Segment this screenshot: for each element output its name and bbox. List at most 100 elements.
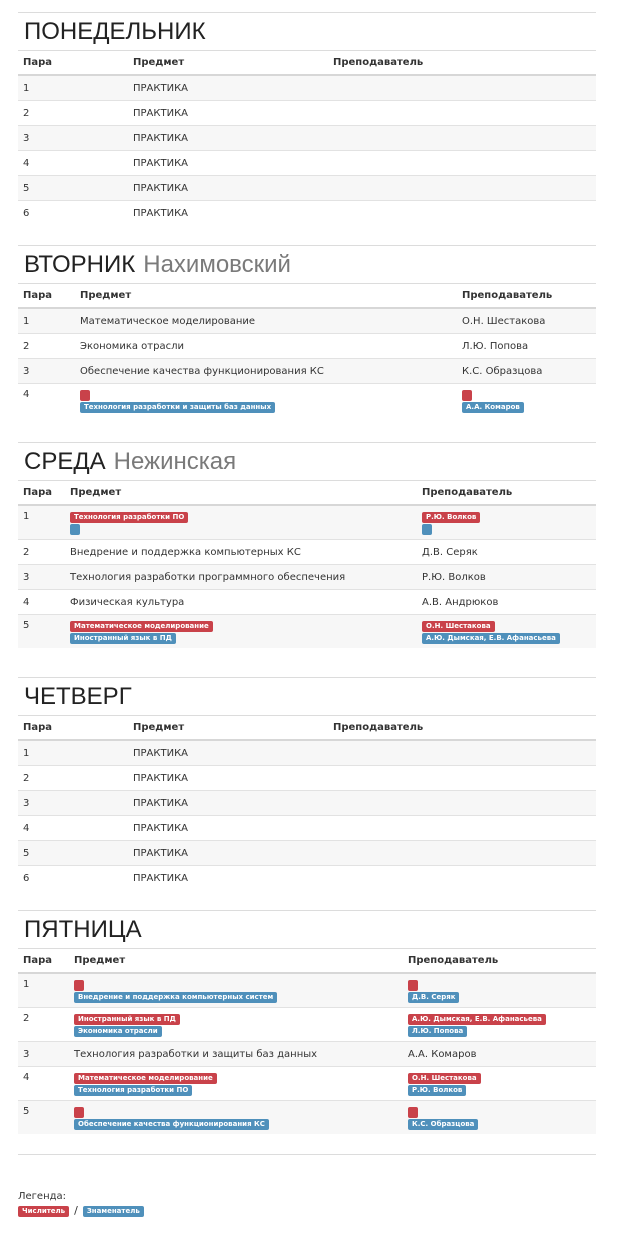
table-row: 5 Обеспечение качества функционирования … <box>18 1100 596 1134</box>
teacher: К.С. Образцова <box>403 1100 596 1134</box>
schedule-table: Пара Предмет Преподаватель 1 Внедрение и… <box>18 948 596 1134</box>
table-row: 4 ПРАКТИКА <box>18 150 596 176</box>
numerator-badge-empty <box>74 980 84 991</box>
lesson-number: 1 <box>18 740 128 766</box>
teacher: Л.Ю. Попова <box>457 333 596 359</box>
col-header-para: Пара <box>18 283 75 309</box>
col-header-para: Пара <box>18 948 69 974</box>
teacher: О.Н. Шестакова Р.Ю. Волков <box>403 1066 596 1101</box>
teacher: О.Н. Шестакова <box>457 308 596 334</box>
numerator-badge: Математическое моделирование <box>74 1073 217 1084</box>
denominator-badge: Л.Ю. Попова <box>408 1026 468 1037</box>
teacher <box>328 175 596 201</box>
lesson-number: 4 <box>18 150 128 176</box>
teacher <box>328 740 596 766</box>
schedule-table: Пара Предмет Преподаватель 1 ПРАКТИКА 2 ПР… <box>18 50 596 225</box>
table-row: 4 Физическая культура А.В. Андрюков <box>18 589 596 615</box>
schedule-table: Пара Предмет Преподаватель 1 ПРАКТИКА 2 ПР… <box>18 715 596 890</box>
subject: Внедрение и поддержка компьютерных КС <box>65 539 417 565</box>
subject: ПРАКТИКА <box>128 75 328 101</box>
subject: Технология разработки программного обесп… <box>65 564 417 590</box>
day-name: ВТОРНИК <box>24 251 136 278</box>
lesson-number: 6 <box>18 865 128 890</box>
day-name: ЧЕТВЕРГ <box>24 683 132 710</box>
table-row: 4 Технология разработки и защиты баз дан… <box>18 383 596 417</box>
lesson-number: 2 <box>18 539 65 565</box>
table-row: 6 ПРАКТИКА <box>18 865 596 890</box>
lesson-number: 4 <box>18 815 128 841</box>
subject: Обеспечение качества функционирования КС <box>69 1100 403 1134</box>
lesson-number: 3 <box>18 125 128 151</box>
denominator-badge: Обеспечение качества функционирования КС <box>74 1119 269 1130</box>
day-monday: ПОНЕДЕЛЬНИК Пара Предмет Преподаватель 1… <box>18 12 596 225</box>
subject: ПРАКТИКА <box>128 125 328 151</box>
denominator-badge: Иностранный язык в ПД <box>70 633 176 644</box>
lesson-number: 3 <box>18 1041 69 1067</box>
day-title: ПЯТНИЦА <box>24 916 596 944</box>
lesson-number: 1 <box>18 973 69 1008</box>
subject: ПРАКТИКА <box>128 790 328 816</box>
lesson-number: 1 <box>18 75 128 101</box>
col-header-teacher: Преподаватель <box>457 283 596 309</box>
legend-label: Легенда: <box>18 1191 67 1202</box>
day-thursday: ЧЕТВЕРГ Пара Предмет Преподаватель 1 ПРАК… <box>18 677 596 890</box>
subject: ПРАКТИКА <box>128 840 328 866</box>
col-header-teacher: Преподаватель <box>403 948 596 974</box>
col-header-para: Пара <box>18 715 128 741</box>
subject: ПРАКТИКА <box>128 815 328 841</box>
col-header-para: Пара <box>18 50 128 76</box>
denominator-badge: А.А. Комаров <box>462 402 524 413</box>
schedule-table: Пара Предмет Преподаватель 1 Математическ… <box>18 283 596 417</box>
legend-numerator-badge: Числитель <box>18 1205 70 1217</box>
table-row: 3 ПРАКТИКА <box>18 125 596 151</box>
schedule-table: Пара Предмет Преподаватель 1 Технология … <box>18 480 596 648</box>
lesson-number: 5 <box>18 175 128 201</box>
numerator-badge: О.Н. Шестакова <box>422 621 495 632</box>
subject: ПРАКТИКА <box>128 740 328 766</box>
lesson-number: 4 <box>18 589 65 615</box>
denominator-badge: К.С. Образцова <box>408 1119 479 1130</box>
denominator-badge: Технология разработки ПО <box>74 1085 193 1096</box>
denominator-badge: А.Ю. Дымская, Е.В. Афанасьева <box>422 633 560 644</box>
table-row: 2 Внедрение и поддержка компьютерных КС Д.… <box>18 539 596 565</box>
subject: ПРАКТИКА <box>128 200 328 225</box>
numerator-badge-empty <box>462 390 472 401</box>
subject: Математическое моделирование Иностранный… <box>65 614 417 648</box>
divider <box>18 442 596 443</box>
table-row: 5 Математическое моделирование Иностранн… <box>18 614 596 648</box>
table-row: 1 Технология разработки ПО Р.Ю. Волков <box>18 505 596 540</box>
teacher <box>328 200 596 225</box>
table-row: 2 Иностранный язык в ПД Экономика отрасл… <box>18 1007 596 1042</box>
table-row: 5 ПРАКТИКА <box>18 175 596 201</box>
divider <box>18 12 596 13</box>
table-row: 5 ПРАКТИКА <box>18 840 596 866</box>
lesson-number: 5 <box>18 614 65 648</box>
col-header-subject: Предмет <box>128 50 328 76</box>
day-title: СРЕДА Нежинская <box>24 448 596 476</box>
col-header-subject: Предмет <box>65 480 417 506</box>
numerator-badge: Иностранный язык в ПД <box>74 1014 180 1025</box>
subject: Технология разработки ПО <box>65 505 417 540</box>
numerator-badge: Р.Ю. Волков <box>422 512 481 523</box>
teacher: Д.В. Серяк <box>417 539 596 565</box>
teacher: А.А. Комаров <box>457 383 596 417</box>
teacher <box>328 765 596 791</box>
denominator-badge-empty <box>422 524 432 535</box>
table-row: 2 ПРАКТИКА <box>18 100 596 126</box>
teacher <box>328 815 596 841</box>
numerator-badge-empty <box>408 1107 418 1118</box>
subject: ПРАКТИКА <box>128 150 328 176</box>
lesson-number: 1 <box>18 308 75 334</box>
lesson-number: 3 <box>18 358 75 384</box>
table-row: 3 Технология разработки и защиты баз данн… <box>18 1041 596 1067</box>
teacher <box>328 150 596 176</box>
teacher: О.Н. Шестакова А.Ю. Дымская, Е.В. Афанас… <box>417 614 596 648</box>
col-header-para: Пара <box>18 480 65 506</box>
table-row: 1 ПРАКТИКА <box>18 75 596 101</box>
table-row: 4 ПРАКТИКА <box>18 815 596 841</box>
lesson-number: 5 <box>18 840 128 866</box>
col-header-teacher: Преподаватель <box>328 715 596 741</box>
table-row: 3 ПРАКТИКА <box>18 790 596 816</box>
denominator-badge-empty <box>70 524 80 535</box>
lesson-number: 2 <box>18 765 128 791</box>
